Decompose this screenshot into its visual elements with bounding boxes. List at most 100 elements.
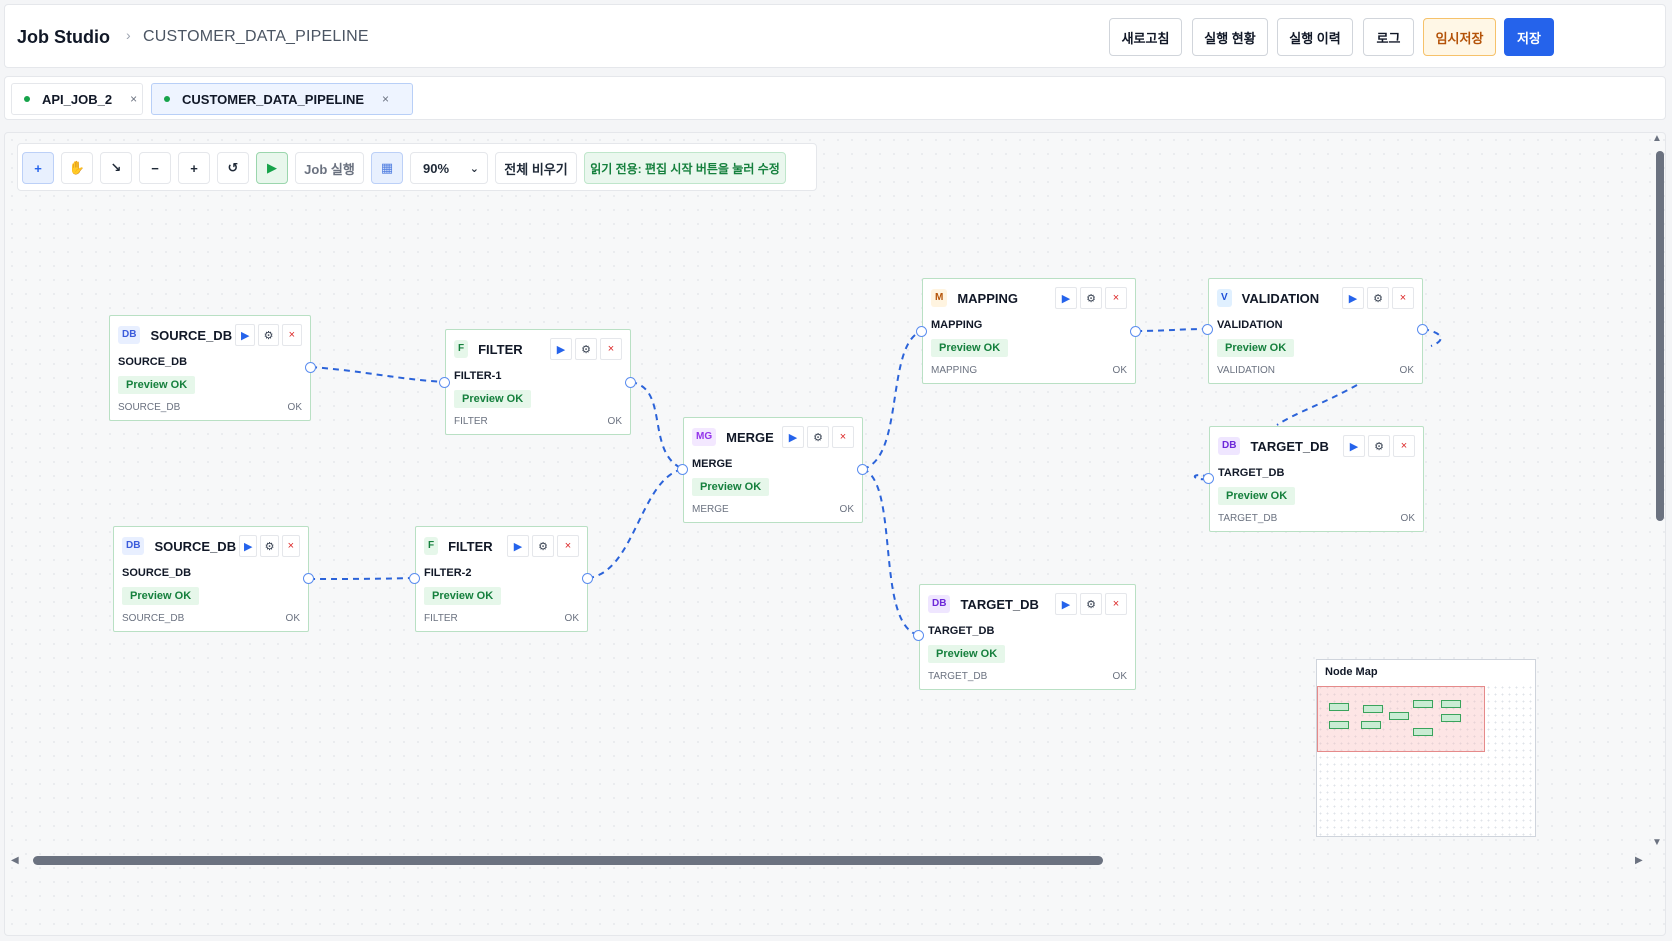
refresh-button[interactable]: 새로고침 (1109, 18, 1182, 56)
output-port[interactable] (303, 573, 314, 584)
gear-icon[interactable]: ⚙ (258, 324, 279, 346)
output-port[interactable] (1417, 324, 1428, 335)
close-icon[interactable]: × (281, 324, 303, 346)
minimap-node (1389, 712, 1409, 720)
zoom-in-button[interactable]: + (178, 152, 210, 184)
minimap-node (1361, 721, 1381, 729)
output-port[interactable] (305, 362, 316, 373)
play-icon[interactable]: ▶ (1342, 287, 1364, 309)
input-port[interactable] (1202, 324, 1213, 335)
node-mapping[interactable]: M MAPPING ▶ ⚙ × MAPPING Preview OK MAPPING … (922, 278, 1136, 384)
tab-label: CUSTOMER_DATA_PIPELINE (182, 91, 365, 107)
reset-view-button[interactable]: ↺ (217, 152, 249, 184)
gear-icon[interactable]: ⚙ (575, 338, 597, 360)
node-title: TARGET_DB (1250, 438, 1329, 454)
close-icon[interactable]: × (832, 426, 854, 448)
node-source-db-1[interactable]: DB SOURCE_DB ▶ ⚙ × SOURCE_DB Preview OK SOU… (109, 315, 311, 421)
play-icon[interactable]: ▶ (507, 535, 529, 557)
preview-status-badge: Preview OK (118, 376, 196, 394)
gear-icon[interactable]: ⚙ (260, 535, 279, 557)
select-tool-button[interactable]: + (22, 152, 54, 184)
close-icon[interactable]: × (281, 535, 301, 557)
node-title: SOURCE_DB (150, 327, 233, 343)
input-port[interactable] (916, 326, 927, 337)
preview-status-badge: Preview OK (122, 587, 200, 605)
play-icon[interactable]: ▶ (1055, 593, 1077, 615)
gear-icon[interactable]: ⚙ (1367, 287, 1389, 309)
play-icon[interactable]: ▶ (235, 324, 256, 346)
run-button[interactable]: ▶ (256, 152, 288, 184)
node-validation[interactable]: V VALIDATION ▶ ⚙ × VALIDATION Preview OK VA… (1208, 278, 1423, 384)
node-map[interactable]: Node Map (1316, 659, 1536, 837)
exec-history-button[interactable]: 실행 이력 (1277, 18, 1353, 56)
node-filter-1[interactable]: F FILTER ▶ ⚙ × FILTER-1 Preview OK FILTER O… (445, 329, 631, 435)
grid-toggle-button[interactable]: ▦ (371, 152, 403, 184)
tab-api-job-2[interactable]: API_JOB_2 × (11, 83, 143, 115)
node-target-db-1[interactable]: DB TARGET_DB ▶ ⚙ × TARGET_DB Preview OK TAR… (1209, 426, 1424, 532)
input-port[interactable] (439, 377, 450, 388)
save-button[interactable]: 저장 (1504, 18, 1554, 56)
hand-tool-button[interactable]: ✋ (61, 152, 93, 184)
close-icon[interactable]: × (1105, 593, 1127, 615)
zoom-select[interactable]: 90% ⌄ (410, 152, 488, 184)
scroll-left-icon[interactable]: ◀ (11, 855, 19, 866)
output-port[interactable] (857, 464, 868, 475)
play-icon[interactable]: ▶ (782, 426, 804, 448)
scroll-right-icon[interactable]: ▶ (1635, 855, 1643, 866)
input-port[interactable] (409, 573, 420, 584)
edge-tool-button[interactable]: ↘ (100, 152, 132, 184)
input-port[interactable] (913, 630, 924, 641)
input-port[interactable] (1203, 473, 1214, 484)
play-icon[interactable]: ▶ (1343, 435, 1365, 457)
breadcrumb-separator: › (126, 27, 131, 43)
close-icon[interactable]: × (130, 92, 137, 106)
gear-icon[interactable]: ⚙ (807, 426, 829, 448)
preview-status-badge: Preview OK (1218, 487, 1296, 505)
close-icon[interactable]: × (1393, 435, 1415, 457)
log-button[interactable]: 로그 (1363, 18, 1414, 56)
close-icon[interactable]: × (600, 338, 622, 360)
close-icon[interactable]: × (1105, 287, 1127, 309)
vertical-scroll-thumb[interactable] (1656, 151, 1664, 521)
gear-icon[interactable]: ⚙ (1080, 593, 1102, 615)
edge-source1-filter1 (310, 366, 446, 383)
zoom-level: 90% (423, 160, 450, 176)
zoom-out-button[interactable]: − (139, 152, 171, 184)
job-run-button[interactable]: Job 실행 (295, 152, 364, 184)
temp-save-button[interactable]: 임시저장 (1423, 18, 1496, 56)
output-port[interactable] (1130, 326, 1141, 337)
close-icon[interactable]: × (557, 535, 579, 557)
play-icon[interactable]: ▶ (1055, 287, 1077, 309)
node-subtitle: MAPPING (931, 319, 983, 331)
validation-badge-icon: V (1217, 289, 1232, 307)
scroll-up-icon[interactable]: ▲ (1652, 133, 1662, 144)
output-port[interactable] (625, 377, 636, 388)
output-port[interactable] (582, 573, 593, 584)
node-filter-2[interactable]: F FILTER ▶ ⚙ × FILTER-2 Preview OK FILTER O… (415, 526, 588, 632)
edge-filter2-merge (587, 468, 684, 579)
status-dot-icon (24, 96, 30, 102)
exec-status-button[interactable]: 실행 현황 (1192, 18, 1268, 56)
horizontal-scroll-thumb[interactable] (33, 856, 1103, 865)
node-merge[interactable]: MG MERGE ▶ ⚙ × MERGE Preview OK MERGE OK (683, 417, 863, 523)
pipeline-canvas[interactable]: + ✋ ↘ − + ↺ ▶ Job 실행 ▦ 90% ⌄ 전체 비우기 읽기 전… (4, 132, 1666, 936)
gear-icon[interactable]: ⚙ (1368, 435, 1390, 457)
node-status: OK (1400, 513, 1415, 524)
close-icon[interactable]: × (382, 92, 389, 106)
play-icon[interactable]: ▶ (550, 338, 572, 360)
scroll-down-icon[interactable]: ▼ (1652, 837, 1662, 848)
node-target-db-2[interactable]: DB TARGET_DB ▶ ⚙ × TARGET_DB Preview OK TAR… (919, 584, 1136, 690)
minimap-node (1329, 721, 1349, 729)
node-source-db-2[interactable]: DB SOURCE_DB ▶ ⚙ × SOURCE_DB Preview OK SOU… (113, 526, 309, 632)
gear-icon[interactable]: ⚙ (1080, 287, 1102, 309)
clear-all-button[interactable]: 전체 비우기 (495, 152, 577, 184)
input-port[interactable] (677, 464, 688, 475)
close-icon[interactable]: × (1392, 287, 1414, 309)
tab-customer-data-pipeline[interactable]: CUSTOMER_DATA_PIPELINE × (151, 83, 413, 115)
node-type: TARGET_DB (1218, 513, 1278, 524)
play-icon[interactable]: ▶ (239, 535, 258, 557)
db-badge-icon: DB (122, 537, 145, 555)
node-title: TARGET_DB (960, 596, 1039, 612)
node-status: OK (564, 613, 579, 624)
gear-icon[interactable]: ⚙ (532, 535, 554, 557)
